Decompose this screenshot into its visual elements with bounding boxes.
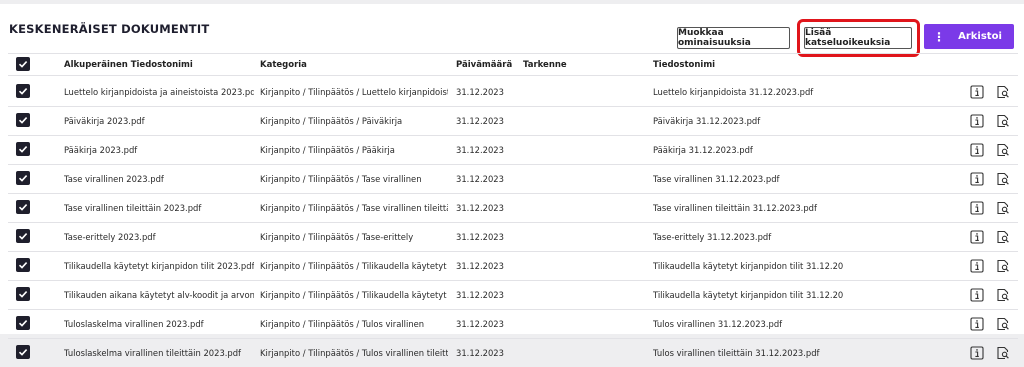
info-icon[interactable] [970,171,984,186]
row-checkbox[interactable] [16,229,30,243]
cell-filename: Tase virallinen tileittäin 31.12.2023.pd… [653,203,817,213]
view-document-icon[interactable] [996,258,1010,273]
table-row[interactable]: Tuloslaskelma virallinen tileittäin 2023… [0,338,1024,367]
cell-date: 31.12.2023 [456,87,504,97]
header-bottom-divider [8,75,1018,76]
table-row[interactable]: Tase virallinen tileittäin 2023.pdf Kirja… [0,193,1024,222]
cell-original-filename: Tuloslaskelma virallinen tileittäin 2023… [64,348,242,358]
row-checkbox[interactable] [16,171,30,185]
archive-button[interactable]: ⋮ Arkistoi [924,24,1014,49]
table-header: Alkuperäinen Tiedostonimi Kategoria Päiv… [0,54,1024,75]
info-icon[interactable] [970,229,984,244]
column-filename[interactable]: Tiedostonimi [653,60,715,70]
cell-filename: Tulos virallinen 31.12.2023.pdf [653,319,783,329]
edit-properties-button[interactable]: Muokkaa ominaisuuksia [677,27,790,49]
info-icon[interactable] [970,142,984,157]
cell-filename: Tase-erittely 31.12.2023.pdf [653,232,772,242]
table-row[interactable]: Pääkirja 2023.pdf Kirjanpito / Tilinpäätö… [0,135,1024,164]
cell-date: 31.12.2023 [456,174,504,184]
column-category[interactable]: Kategoria [260,60,307,70]
view-document-icon[interactable] [996,171,1010,186]
row-checkbox[interactable] [16,287,30,301]
info-icon[interactable] [970,200,984,215]
cell-date: 31.12.2023 [456,203,504,213]
view-document-icon[interactable] [996,316,1010,331]
cell-date: 31.12.2023 [456,116,504,126]
cell-filename: Luettelo kirjanpidoista 31.12.2023.pdf [653,87,814,97]
cell-category: Kirjanpito / Tilinpäätös / Luettelo kirj… [260,87,448,97]
table-row[interactable]: Tase virallinen 2023.pdf Kirjanpito / Til… [0,164,1024,193]
row-checkbox[interactable] [16,316,30,330]
cell-date: 31.12.2023 [456,261,504,271]
info-icon[interactable] [970,84,984,99]
row-checkbox[interactable] [16,84,30,98]
view-document-icon[interactable] [996,345,1010,360]
cell-category: Kirjanpito / Tilinpäätös / Päiväkirja [260,116,403,126]
table-row[interactable]: Tase-erittely 2023.pdf Kirjanpito / Tilin… [0,222,1024,251]
column-original-filename[interactable]: Alkuperäinen Tiedostonimi [64,60,193,70]
cell-filename: Tilikaudella käytetyt kirjanpidon tilit … [653,290,843,300]
cell-original-filename: Tuloslaskelma virallinen 2023.pdf [64,319,204,329]
add-view-permissions-button[interactable]: Lisää katseluoikeuksia [804,27,912,49]
view-document-icon[interactable] [996,200,1010,215]
table-row[interactable]: Tilikauden aikana käytetyt alv-koodit ja… [0,280,1024,309]
table-row[interactable]: Päiväkirja 2023.pdf Kirjanpito / Tilinpää… [0,106,1024,135]
cell-category: Kirjanpito / Tilinpäätös / Tulos viralli… [260,348,448,358]
cell-category: Kirjanpito / Tilinpäätös / Tase-erittely [260,232,414,242]
cell-category: Kirjanpito / Tilinpäätös / Tilikaudella … [260,290,448,300]
table-row[interactable]: Tilikaudella käytetyt kirjanpidon tilit … [0,251,1024,280]
info-icon[interactable] [970,345,984,360]
cell-original-filename: Tase virallinen tileittäin 2023.pdf [64,203,202,213]
cell-category: Kirjanpito / Tilinpäätös / Tilikaudella … [260,261,448,271]
cell-date: 31.12.2023 [456,145,504,155]
info-icon[interactable] [970,316,984,331]
select-all-checkbox[interactable] [16,57,30,71]
info-icon[interactable] [970,287,984,302]
more-vertical-icon[interactable]: ⋮ [924,31,950,43]
cell-filename: Tulos virallinen tileittäin 31.12.2023.p… [653,348,820,358]
cell-category: Kirjanpito / Tilinpäätös / Tase virallin… [260,203,448,213]
view-document-icon[interactable] [996,113,1010,128]
column-detail[interactable]: Tarkenne [523,60,567,70]
cell-original-filename: Tilikaudella käytetyt kirjanpidon tilit … [64,261,254,271]
cell-filename: Tase virallinen 31.12.2023.pdf [653,174,780,184]
cell-original-filename: Luettelo kirjanpidoista ja aineistoista … [64,87,254,97]
row-checkbox[interactable] [16,200,30,214]
info-icon[interactable] [970,258,984,273]
view-document-icon[interactable] [996,142,1010,157]
row-checkbox[interactable] [16,113,30,127]
table-row[interactable]: Luettelo kirjanpidoista ja aineistoista … [0,77,1024,106]
cell-filename: Tilikaudella käytetyt kirjanpidon tilit … [653,261,843,271]
cell-date: 31.12.2023 [456,290,504,300]
view-document-icon[interactable] [996,287,1010,302]
cell-filename: Päiväkirja 31.12.2023.pdf [653,116,761,126]
cell-category: Kirjanpito / Tilinpäätös / Pääkirja [260,145,395,155]
row-checkbox[interactable] [16,258,30,272]
cell-original-filename: Pääkirja 2023.pdf [64,145,138,155]
cell-date: 31.12.2023 [456,232,504,242]
cell-date: 31.12.2023 [456,348,504,358]
column-date[interactable]: Päivämäärä [456,60,512,70]
cell-original-filename: Päiväkirja 2023.pdf [64,116,145,126]
row-checkbox[interactable] [16,345,30,359]
info-icon[interactable] [970,113,984,128]
cell-filename: Pääkirja 31.12.2023.pdf [653,145,753,155]
archive-button-label: Arkistoi [958,31,1002,42]
cell-category: Kirjanpito / Tilinpäätös / Tase virallin… [260,174,422,184]
view-document-icon[interactable] [996,84,1010,99]
cell-category: Kirjanpito / Tilinpäätös / Tulos viralli… [260,319,425,329]
cell-date: 31.12.2023 [456,319,504,329]
row-checkbox[interactable] [16,142,30,156]
cell-original-filename: Tase-erittely 2023.pdf [64,232,156,242]
view-document-icon[interactable] [996,229,1010,244]
cell-original-filename: Tilikauden aikana käytetyt alv-koodit ja… [64,290,254,300]
page-title: KESKENERÄISET DOKUMENTIT [9,22,210,36]
cell-original-filename: Tase virallinen 2023.pdf [64,174,164,184]
